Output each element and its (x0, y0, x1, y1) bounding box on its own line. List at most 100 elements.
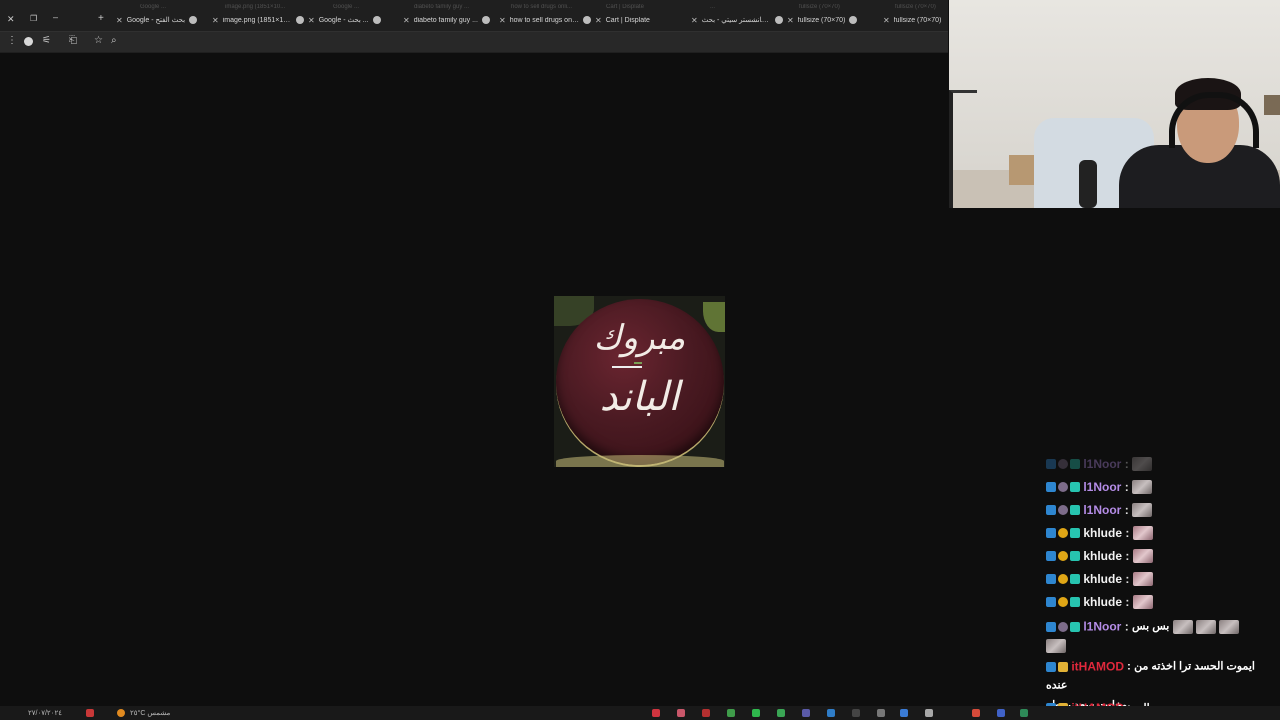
menu-dots-icon[interactable]: ⋮ (7, 35, 17, 46)
tab-label: مانشستر سيتي - بحث ... (701, 17, 771, 24)
app-icon[interactable] (1020, 709, 1028, 717)
chat-separator: : (1121, 619, 1129, 634)
emote-icon (1132, 502, 1153, 517)
close-tab-icon[interactable]: ✕ (691, 16, 698, 25)
chat-separator: : (1124, 660, 1131, 673)
close-tab-icon[interactable]: ✕ (308, 16, 315, 25)
tab-label: image.png (1851×103... (222, 16, 292, 24)
tab[interactable]: ✕ fullsize (70×70) (883, 12, 945, 28)
app-icon[interactable] (752, 709, 760, 717)
subscriber-badge-icon (1070, 481, 1080, 492)
close-tab-icon[interactable]: ✕ (883, 16, 890, 25)
emote-icon (1132, 548, 1153, 563)
tab[interactable]: ✕ Google - بحث ... (308, 12, 400, 28)
close-tab-icon[interactable]: ✕ (499, 16, 506, 25)
app-icon[interactable] (827, 709, 835, 717)
chat-message: l1Noor : بس بس (1046, 617, 1278, 655)
download-icon[interactable]: ⎗ (69, 35, 77, 46)
app-icon[interactable] (852, 709, 860, 717)
browser-toolbar: ⋮ ⚟ ⎗ ☆ ⌕ (0, 31, 948, 52)
close-tab-icon[interactable]: ✕ (403, 16, 410, 25)
emote-icon (1172, 619, 1193, 634)
emote-icon (1195, 619, 1216, 634)
close-tab-icon[interactable]: ✕ (212, 16, 219, 25)
tab[interactable]: ✕ Cart | Displate (595, 12, 687, 28)
webcam-overlay (949, 0, 1280, 208)
tab[interactable]: ✕ diabeto family guy ... (403, 12, 495, 28)
app-icon[interactable] (925, 709, 933, 717)
subscriber-badge-icon (1070, 527, 1080, 538)
subscriber-badge-icon (1070, 573, 1080, 584)
tab[interactable]: ✕ fullsize (70×70) (787, 12, 879, 28)
tab[interactable]: ✕ مانشستر سيتي - بحث ... (691, 12, 783, 28)
chat-username: itHAMOD (1071, 659, 1125, 674)
app-icon[interactable] (727, 709, 735, 717)
tray-app-icon[interactable] (86, 709, 94, 717)
globe-icon (296, 16, 304, 24)
cake-dash-accent (634, 362, 642, 364)
close-tab-icon[interactable]: ✕ (116, 16, 123, 25)
ghost-tab: Google ... (140, 4, 167, 10)
badge-group (1046, 596, 1080, 607)
app-icon[interactable] (802, 709, 810, 717)
prime-badge-icon (1046, 527, 1056, 538)
globe-icon (775, 16, 783, 24)
app-icon[interactable] (877, 709, 885, 717)
badge-group (1046, 573, 1080, 584)
chat-separator: : (1122, 571, 1130, 586)
emote-icon (1132, 479, 1153, 494)
badge-group (1046, 481, 1080, 492)
close-tab-icon[interactable]: ✕ (595, 16, 602, 25)
app-icon[interactable] (702, 709, 710, 717)
moon-badge-icon (1058, 621, 1068, 632)
prime-badge-icon (1046, 661, 1056, 672)
moon-badge-icon (1058, 458, 1068, 469)
emote-icon (1132, 571, 1153, 586)
tab[interactable]: ✕ Google - بحث الفتح (116, 12, 208, 28)
tab[interactable]: ✕ image.png (1851×103... (212, 12, 304, 28)
chat-separator: : (1122, 548, 1130, 563)
prime-badge-icon (1046, 573, 1056, 584)
app-icon[interactable] (972, 709, 980, 717)
app-icon[interactable] (677, 709, 685, 717)
crown-badge-icon (1058, 661, 1068, 672)
app-icon[interactable] (900, 709, 908, 717)
ghost-tab: fullsize (70×70) (895, 4, 936, 10)
prime-badge-icon (1046, 504, 1056, 515)
badge-group (1046, 504, 1080, 515)
emote-icon (1132, 456, 1153, 471)
tab-label: diabeto family guy ... (413, 16, 478, 24)
app-icon[interactable] (997, 709, 1005, 717)
close-tab-icon[interactable]: ✕ (787, 16, 794, 25)
chat-separator: : (1122, 594, 1130, 609)
ghost-tab: ... (710, 4, 716, 10)
badge-group (1046, 550, 1080, 561)
tab[interactable]: ✕ how to sell drugs onl... (499, 12, 591, 28)
cake-inscription-line2: الباند (599, 374, 680, 420)
ghost-tab: diabeto family guy ... (414, 4, 470, 10)
subscriber-badge-icon (1070, 550, 1080, 561)
subscriber-badge-icon (1070, 596, 1080, 607)
chat-message: l1Noor : (1046, 479, 1278, 494)
bookmark-star-icon[interactable]: ☆ (94, 35, 103, 46)
webcam-shelf (1264, 95, 1280, 115)
chat-username: l1Noor (1083, 502, 1122, 517)
chat-username: khlude (1083, 571, 1123, 586)
app-icon[interactable] (777, 709, 785, 717)
chat-username: l1Noor (1083, 619, 1122, 634)
chat-message: khlude : (1046, 571, 1278, 586)
chat-username: khlude (1083, 548, 1123, 563)
tab-label: Google - بحث ... (318, 17, 369, 24)
chat-message: khlude : (1046, 525, 1278, 540)
profile-avatar-icon[interactable] (24, 37, 33, 46)
zoom-icon[interactable]: ⌕ (111, 35, 117, 46)
chat-message: khlude : (1046, 594, 1278, 609)
chat-message: khlude : (1046, 548, 1278, 563)
app-icon[interactable] (652, 709, 660, 717)
badge-group (1046, 527, 1080, 538)
badge-group (1046, 661, 1068, 672)
cake-rim (556, 455, 724, 467)
extensions-icon[interactable]: ⚟ (42, 35, 51, 46)
microphone (1079, 160, 1097, 208)
cake-dash (612, 366, 642, 368)
